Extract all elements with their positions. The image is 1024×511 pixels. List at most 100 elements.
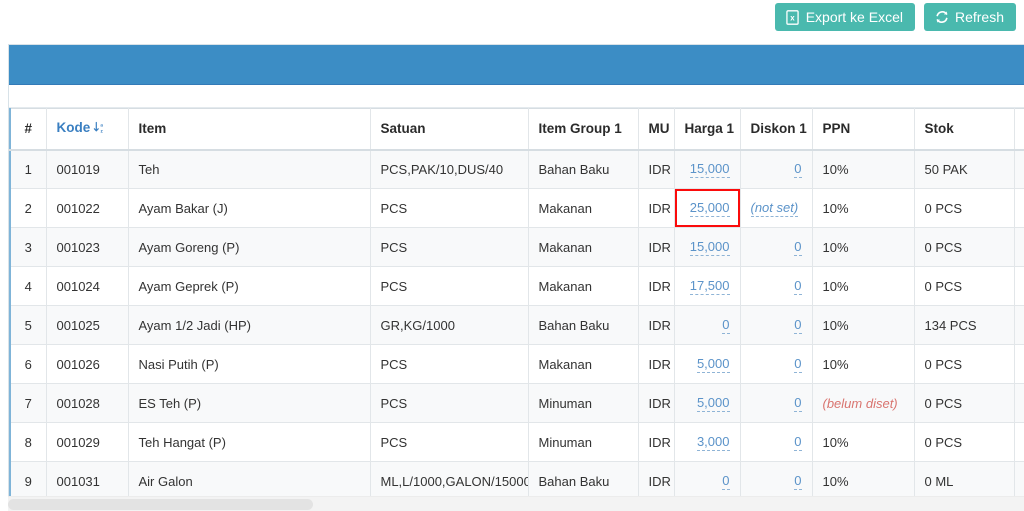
column-header-item[interactable]: Item — [127, 108, 371, 151]
column-header-ppn[interactable]: PPN — [811, 108, 915, 151]
ppn-value: 10% — [822, 200, 849, 216]
excel-file-icon: x — [786, 9, 800, 25]
table-row[interactable]: 1 001019 Teh PCS,PAK/10,DUS/40 Bahan Baku IDR… — [9, 149, 1024, 189]
cell-mu: IDR — [637, 188, 675, 228]
cell-hp: 3,0 — [1013, 422, 1024, 462]
diskon-1-editable-value[interactable]: 0 — [794, 356, 802, 373]
cell-diskon-1[interactable]: (not set) — [739, 188, 813, 228]
cell-item: Teh — [127, 149, 371, 189]
table-row[interactable]: 8 001029 Teh Hangat (P) PCS Minuman IDR 3,000 0… — [9, 422, 1024, 462]
cell-row-number: 6 — [9, 344, 47, 384]
cell-diskon-1[interactable]: 0 — [739, 266, 813, 306]
cell-kode: 001024 — [45, 266, 129, 306]
ppn-value: 10% — [822, 161, 849, 177]
cell-harga-1[interactable]: 15,000 — [673, 227, 741, 267]
harga-1-editable-value[interactable]: 5,000 — [696, 356, 730, 373]
harga-1-editable-value[interactable]: 17,500 — [689, 278, 730, 295]
diskon-1-editable-value[interactable]: 0 — [794, 395, 802, 412]
horizontal-scrollbar-thumb[interactable] — [8, 499, 313, 510]
column-header-harga-1[interactable]: Harga 1 — [673, 108, 741, 151]
diskon-1-editable-value[interactable]: 0 — [794, 434, 802, 451]
svg-text:z: z — [101, 129, 104, 134]
table-row[interactable]: 6 001026 Nasi Putih (P) PCS Makanan IDR 5,000 0… — [9, 344, 1024, 384]
harga-1-editable-value[interactable]: 5,000 — [696, 395, 730, 412]
cell-diskon-1[interactable]: 0 — [739, 461, 813, 501]
cell-diskon-1[interactable]: 0 — [739, 383, 813, 423]
column-header-satuan[interactable]: Satuan — [369, 108, 529, 151]
cell-kode: 001026 — [45, 344, 129, 384]
cell-item-group-1: Minuman — [527, 422, 639, 462]
table-row[interactable]: 5 001025 Ayam 1/2 Jadi (HP) GR,KG/1000 Bahan… — [9, 305, 1024, 345]
column-header-mu[interactable]: MU — [637, 108, 675, 151]
cell-ppn: 10% — [811, 422, 915, 462]
column-header-item-group-1[interactable]: Item Group 1 — [527, 108, 639, 151]
export-to-excel-button[interactable]: x Export ke Excel — [774, 3, 915, 31]
diskon-1-editable-value[interactable]: 0 — [794, 473, 802, 490]
ppn-value: 10% — [822, 239, 849, 255]
cell-diskon-1[interactable]: 0 — [739, 344, 813, 384]
column-header-stok[interactable]: Stok — [913, 108, 1015, 151]
cell-hp: 17,5 — [1013, 266, 1024, 306]
cell-satuan: PCS,PAK/10,DUS/40 — [369, 149, 529, 189]
cell-mu: IDR — [637, 266, 675, 306]
cell-ppn: 10% — [811, 461, 915, 501]
cell-diskon-1[interactable]: 0 — [739, 305, 813, 345]
cell-harga-1[interactable]: 0 — [673, 305, 741, 345]
cell-diskon-1[interactable]: 0 — [739, 149, 813, 189]
cell-harga-1[interactable]: 3,000 — [673, 422, 741, 462]
diskon-1-editable-value[interactable]: 0 — [794, 317, 802, 334]
cell-ppn: (belum diset) — [811, 383, 915, 423]
table-row[interactable]: 2 001022 Ayam Bakar (J) PCS Makanan IDR 25,000… — [9, 188, 1024, 228]
diskon-1-editable-value[interactable]: 0 — [794, 278, 802, 295]
harga-1-editable-value[interactable]: 15,000 — [689, 161, 730, 178]
data-panel: # Kode a z Item Satuan Item Group 1 MU Har… — [8, 44, 1024, 502]
refresh-button[interactable]: Refresh — [923, 3, 1016, 31]
horizontal-scrollbar[interactable] — [8, 496, 1024, 511]
harga-1-editable-value[interactable]: 25,000 — [689, 200, 730, 217]
cell-mu: IDR — [637, 461, 675, 501]
cell-harga-1[interactable]: 25,000 — [673, 188, 741, 228]
cell-item: Air Galon — [127, 461, 371, 501]
cell-stok: 0 PCS — [913, 266, 1015, 306]
cell-ppn: 10% — [811, 344, 915, 384]
cell-item: ES Teh (P) — [127, 383, 371, 423]
cell-item-group-1: Bahan Baku — [527, 305, 639, 345]
table-scroll-container[interactable]: # Kode a z Item Satuan Item Group 1 MU Har… — [9, 108, 1024, 501]
table-row[interactable]: 7 001028 ES Teh (P) PCS Minuman IDR 5,000 0 (bel… — [9, 383, 1024, 423]
cell-satuan: GR,KG/1000 — [369, 305, 529, 345]
cell-item-group-1: Minuman — [527, 383, 639, 423]
column-header-hp[interactable]: HP — [1013, 108, 1024, 151]
ppn-value: 10% — [822, 356, 849, 372]
harga-1-editable-value[interactable]: 15,000 — [689, 239, 730, 256]
diskon-1-editable-value[interactable]: (not set) — [750, 200, 799, 217]
cell-diskon-1[interactable]: 0 — [739, 227, 813, 267]
harga-1-editable-value[interactable]: 0 — [722, 317, 730, 334]
cell-item-group-1: Bahan Baku — [527, 149, 639, 189]
table-row[interactable]: 3 001023 Ayam Goreng (P) PCS Makanan IDR 15,00… — [9, 227, 1024, 267]
column-header-diskon-1[interactable]: Diskon 1 — [739, 108, 813, 151]
cell-stok: 0 PCS — [913, 188, 1015, 228]
cell-harga-1[interactable]: 0 — [673, 461, 741, 501]
cell-kode: 001028 — [45, 383, 129, 423]
svg-text:x: x — [791, 13, 796, 22]
cell-item-group-1: Makanan — [527, 266, 639, 306]
cell-satuan: ML,L/1000,GALON/15000 — [369, 461, 529, 501]
column-header-kode[interactable]: Kode a z — [45, 108, 129, 151]
diskon-1-editable-value[interactable]: 0 — [794, 239, 802, 256]
cell-diskon-1[interactable]: 0 — [739, 422, 813, 462]
cell-satuan: PCS — [369, 188, 529, 228]
column-header-num[interactable]: # — [9, 108, 47, 151]
table-row[interactable]: 9 001031 Air Galon ML,L/1000,GALON/15000 Bah… — [9, 461, 1024, 501]
cell-harga-1[interactable]: 5,000 — [673, 383, 741, 423]
harga-1-editable-value[interactable]: 3,000 — [696, 434, 730, 451]
cell-harga-1[interactable]: 17,500 — [673, 266, 741, 306]
refresh-label: Refresh — [954, 9, 1004, 25]
table-row[interactable]: 4 001024 Ayam Geprek (P) PCS Makanan IDR 17,50… — [9, 266, 1024, 306]
cell-harga-1[interactable]: 5,000 — [673, 344, 741, 384]
cell-satuan: PCS — [369, 344, 529, 384]
cell-ppn: 10% — [811, 266, 915, 306]
harga-1-editable-value[interactable]: 0 — [722, 473, 730, 490]
cell-mu: IDR — [637, 344, 675, 384]
cell-harga-1[interactable]: 15,000 — [673, 149, 741, 189]
diskon-1-editable-value[interactable]: 0 — [794, 161, 802, 178]
